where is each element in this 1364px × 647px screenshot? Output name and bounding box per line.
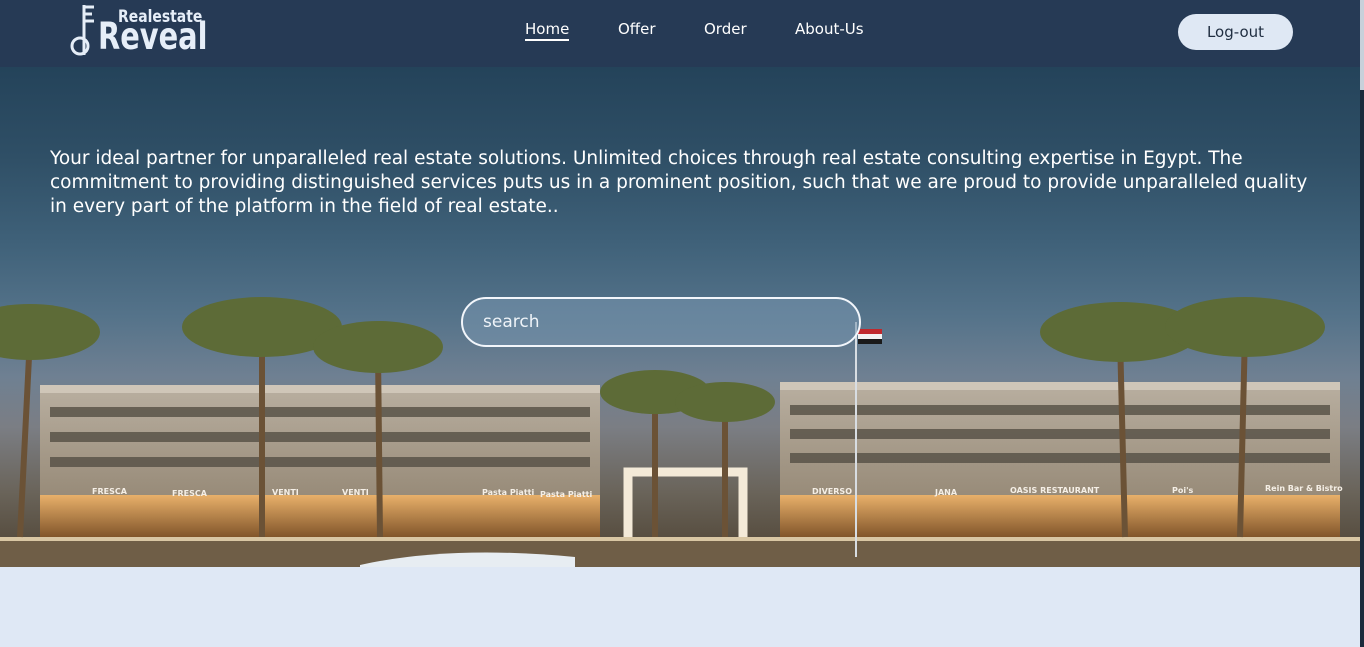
storefront-label: FRESCA — [172, 489, 208, 498]
storefront-label: Rein Bar & Bistro — [1265, 484, 1343, 493]
top-navbar: Realestate Reveal Home Offer Order About… — [0, 0, 1364, 67]
nav-home[interactable]: Home — [525, 20, 570, 41]
scrollbar-track[interactable] — [1360, 0, 1364, 647]
storefront-label: Pasta Piatti — [482, 488, 534, 497]
storefront-label: OASIS RESTAURANT — [1010, 486, 1100, 495]
hero-banner: FRESCA FRESCA VENTI VENTI Pasta Piatti P… — [0, 67, 1360, 567]
storefront-label: JANA — [934, 488, 958, 497]
storefront-label: VENTI — [272, 488, 299, 497]
logout-button[interactable]: Log-out — [1178, 14, 1293, 50]
search-input[interactable] — [461, 297, 861, 347]
nav-about-us[interactable]: About-Us — [795, 20, 864, 38]
hero-tagline: Your ideal partner for unparalleled real… — [50, 148, 1308, 217]
storefront-label: DIVERSO — [812, 487, 852, 496]
storefront-label: Poi's — [1172, 486, 1194, 495]
storefront-label: Pasta Piatti — [540, 490, 592, 499]
main-nav: Home Offer Order About-Us — [0, 20, 1364, 46]
nav-offer[interactable]: Offer — [618, 20, 656, 38]
storefront-label: VENTI — [342, 488, 369, 497]
scrollbar-thumb[interactable] — [1360, 0, 1364, 90]
nav-order[interactable]: Order — [704, 20, 747, 38]
content-area — [0, 567, 1360, 647]
storefront-label: FRESCA — [92, 487, 128, 496]
